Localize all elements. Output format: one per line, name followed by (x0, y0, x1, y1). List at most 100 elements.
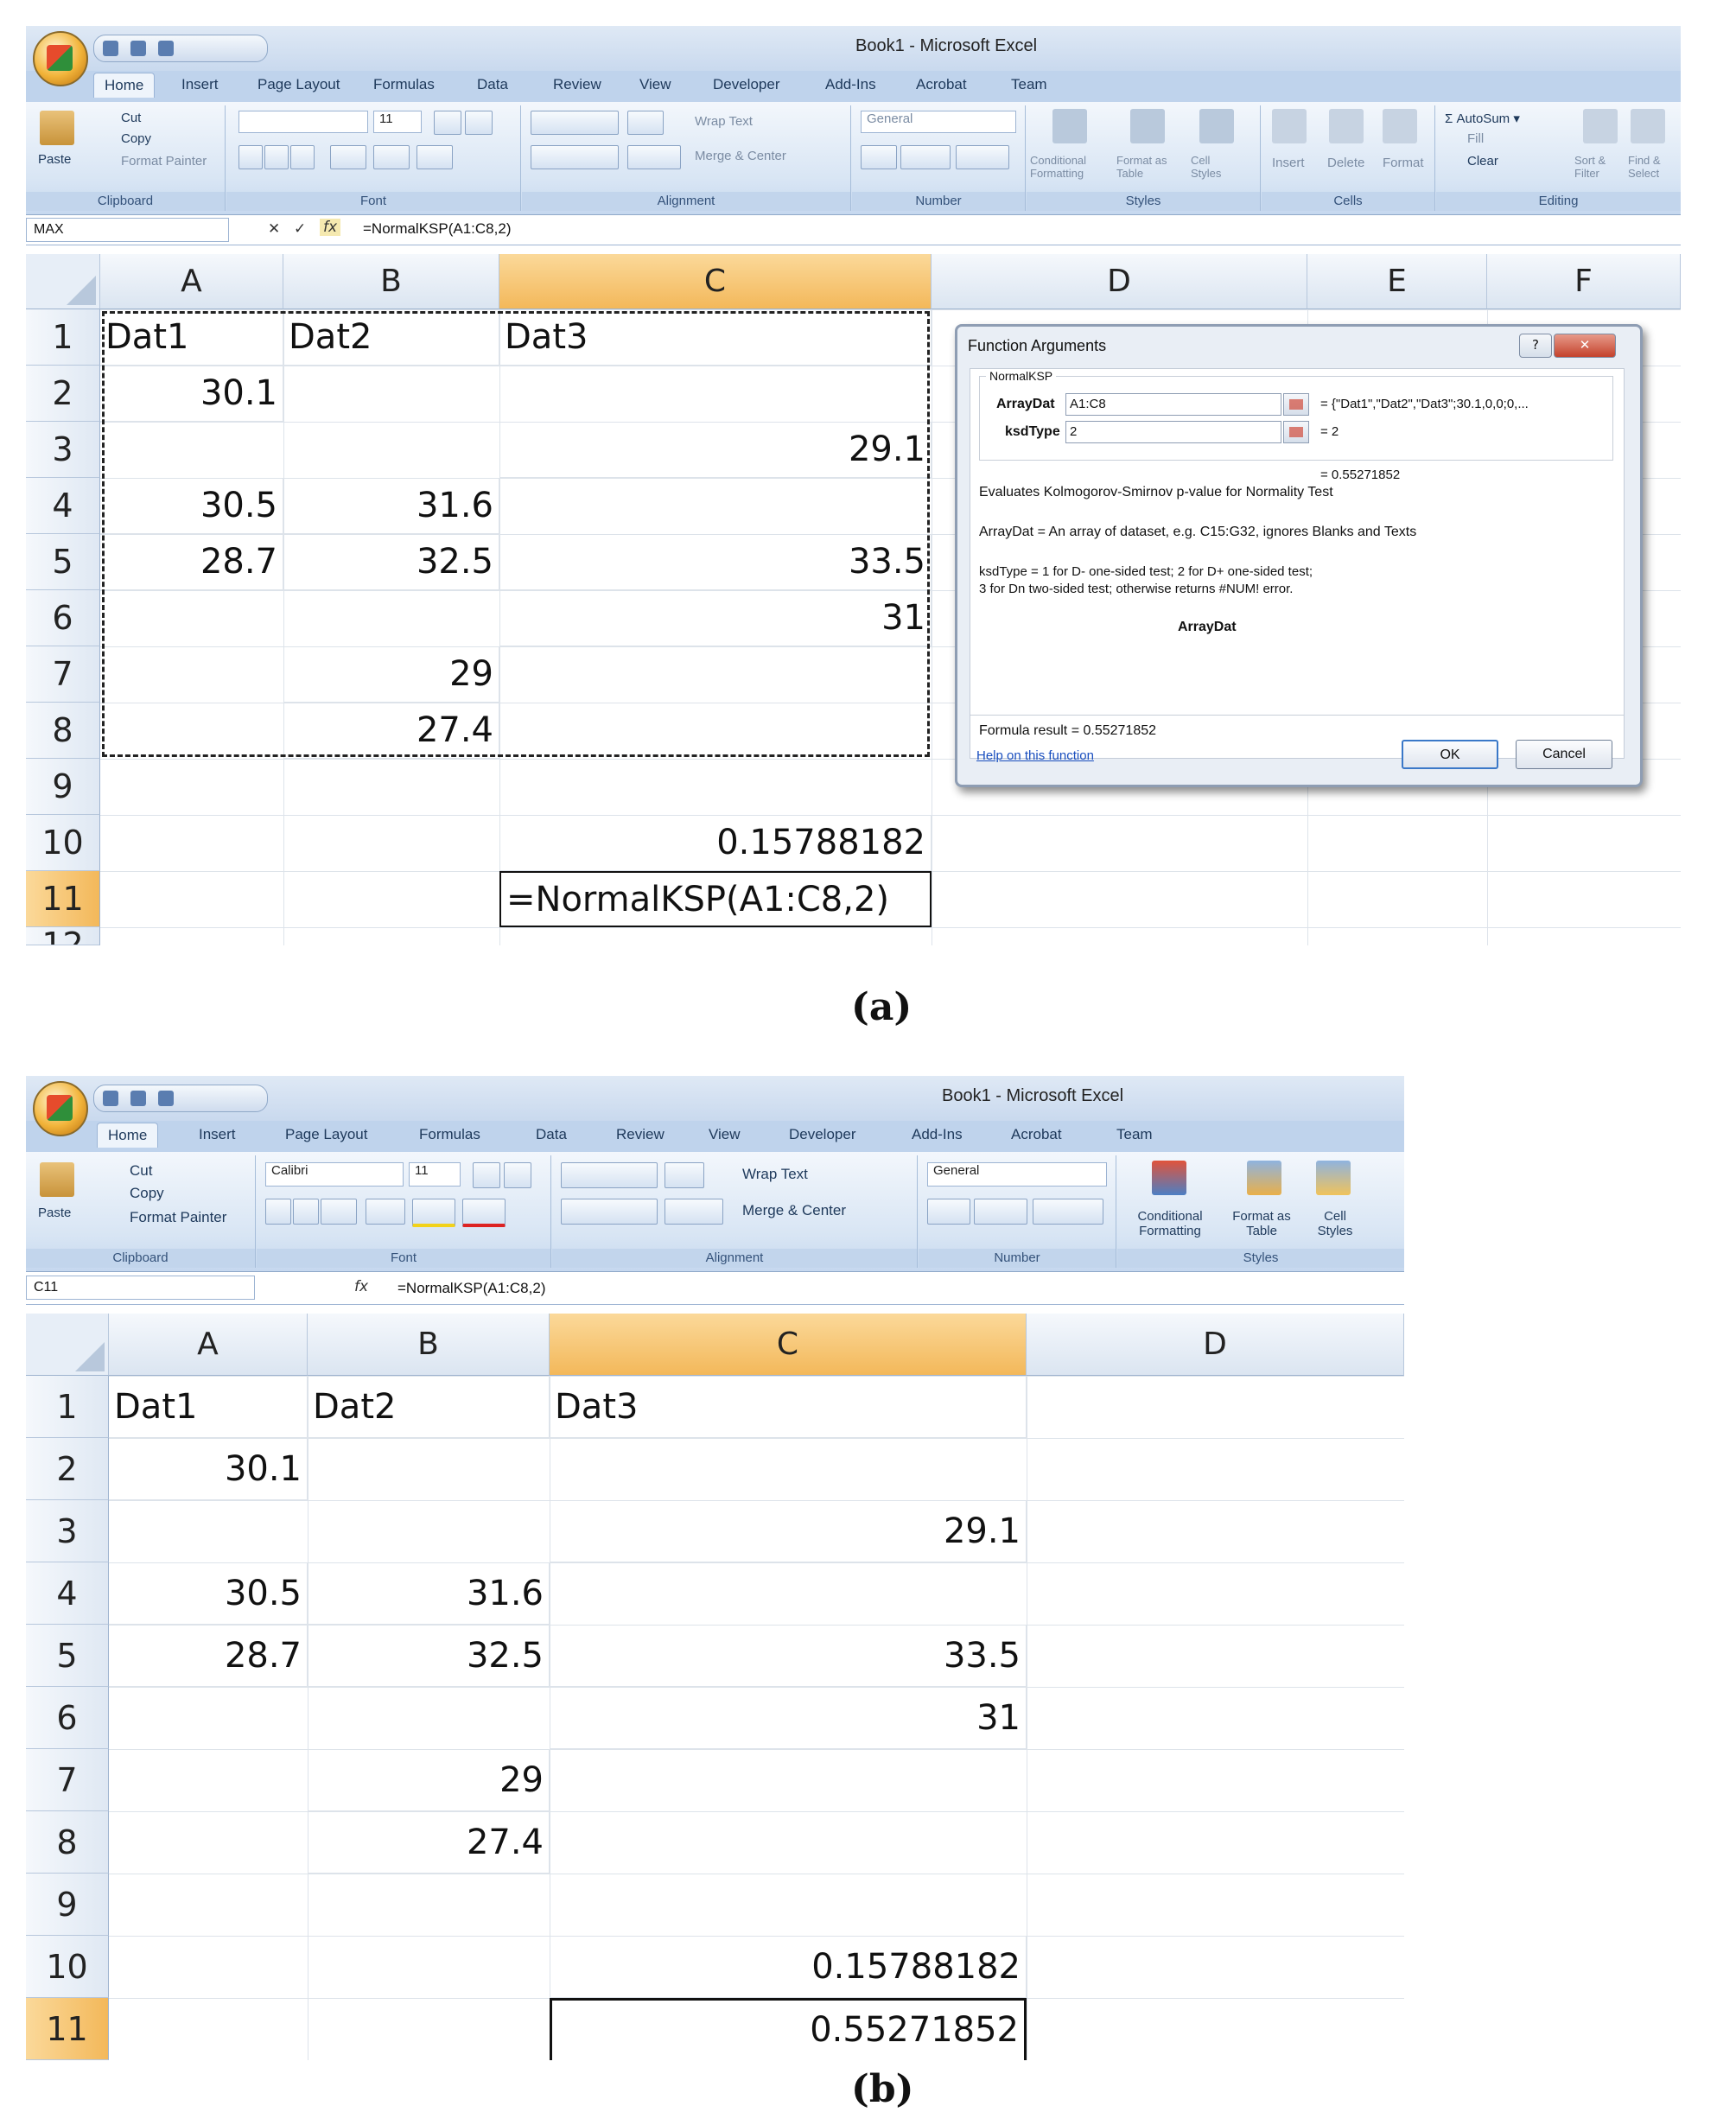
undo-icon[interactable] (130, 1091, 146, 1106)
format-button[interactable]: Format (1383, 156, 1424, 170)
tab-view[interactable]: View (709, 1126, 741, 1143)
cut-button[interactable]: Cut (121, 111, 141, 125)
fill-color-icon[interactable] (373, 145, 410, 169)
autosum-button[interactable]: Σ AutoSum ▾ (1445, 111, 1520, 126)
font-family-select[interactable]: Calibri (265, 1162, 404, 1187)
font-color-icon[interactable] (462, 1199, 506, 1227)
row-header-1[interactable]: 1 (26, 309, 100, 366)
cell-c1[interactable]: Dat3 (550, 1376, 1027, 1438)
find-select-button[interactable]: Find & Select (1628, 154, 1671, 180)
tab-developer[interactable]: Developer (789, 1126, 856, 1143)
align-left-icon[interactable] (561, 1199, 658, 1225)
column-header-a[interactable]: A (109, 1314, 308, 1376)
select-all-corner[interactable] (26, 254, 100, 309)
quick-access-toolbar[interactable] (93, 1085, 268, 1112)
tab-review[interactable]: Review (553, 76, 601, 93)
format-painter-button[interactable]: Format Painter (121, 154, 207, 169)
tab-team[interactable]: Team (1011, 76, 1047, 93)
copy-button[interactable]: Copy (121, 131, 151, 146)
arg1-input[interactable]: A1:C8 (1065, 393, 1281, 416)
undo-icon[interactable] (130, 41, 146, 56)
row-header-3[interactable]: 3 (26, 1500, 109, 1562)
sort-filter-icon[interactable] (1583, 109, 1618, 143)
merge-center-button[interactable]: Merge & Center (695, 149, 786, 163)
row-header-4[interactable]: 4 (26, 478, 100, 534)
cell-c11-selected[interactable]: 0.55271852 (550, 1998, 1027, 2060)
wrap-text-button[interactable]: Wrap Text (695, 114, 753, 129)
cancel-button[interactable]: Cancel (1516, 740, 1612, 769)
delete-cells-icon[interactable] (1329, 109, 1364, 143)
tab-data[interactable]: Data (477, 76, 508, 93)
row-header-6[interactable]: 6 (26, 1687, 109, 1749)
grow-font-icon[interactable] (434, 111, 461, 135)
orientation-icon[interactable] (627, 111, 664, 135)
row-header-5[interactable]: 5 (26, 534, 100, 590)
cut-button[interactable]: Cut (130, 1162, 152, 1180)
cell-c5[interactable]: 33.5 (550, 1625, 1027, 1687)
orientation-icon[interactable] (665, 1162, 704, 1188)
column-header-d[interactable]: D (932, 254, 1307, 309)
font-size-select[interactable]: 11 (373, 111, 422, 133)
cell-a2[interactable]: 30.1 (109, 1438, 308, 1500)
formula-input[interactable]: =NormalKSP(A1:C8,2) (397, 1280, 545, 1297)
tab-data[interactable]: Data (536, 1126, 567, 1143)
indent-icon[interactable] (665, 1199, 723, 1225)
paste-icon[interactable] (40, 1162, 74, 1197)
decimal-icon[interactable] (956, 145, 1009, 169)
insert-button[interactable]: Insert (1272, 156, 1305, 170)
align-top-icon[interactable] (561, 1162, 658, 1188)
name-box[interactable]: MAX (26, 218, 229, 242)
bold-icon[interactable] (238, 145, 263, 169)
cell-styles-icon[interactable] (1316, 1161, 1351, 1195)
row-header-2[interactable]: 2 (26, 1438, 109, 1500)
tab-developer[interactable]: Developer (713, 76, 780, 93)
wrap-text-button[interactable]: Wrap Text (742, 1166, 808, 1183)
format-as-table-button[interactable]: Format as Table (1224, 1209, 1299, 1238)
column-header-b[interactable]: B (308, 1314, 550, 1376)
cell-a5[interactable]: 28.7 (109, 1625, 308, 1687)
format-as-table-icon[interactable] (1130, 109, 1165, 143)
copy-button[interactable]: Copy (130, 1185, 164, 1202)
tab-acrobat[interactable]: Acrobat (1011, 1126, 1062, 1143)
office-button[interactable] (33, 1081, 88, 1136)
tab-review[interactable]: Review (616, 1126, 665, 1143)
tab-add-ins[interactable]: Add-Ins (825, 76, 876, 93)
tab-team[interactable]: Team (1116, 1126, 1153, 1143)
cell-b5[interactable]: 32.5 (308, 1625, 550, 1687)
number-format-select[interactable]: General (861, 111, 1016, 133)
insert-function-icon[interactable]: fx (354, 1278, 368, 1295)
format-as-table-icon[interactable] (1247, 1161, 1281, 1195)
quick-access-toolbar[interactable] (93, 35, 268, 62)
select-all-corner[interactable] (26, 1314, 109, 1376)
cell-c11-editing[interactable]: =NormalKSP(A1:C8,2) (499, 871, 932, 927)
indent-icon[interactable] (627, 145, 681, 169)
paste-button[interactable]: Paste (38, 152, 71, 167)
row-header-4[interactable]: 4 (26, 1562, 109, 1625)
italic-icon[interactable] (264, 145, 289, 169)
insert-function-icon[interactable]: fx (320, 219, 341, 236)
conditional-formatting-button[interactable]: Conditional Formatting (1030, 154, 1103, 180)
conditional-formatting-button[interactable]: Conditional Formatting (1122, 1209, 1218, 1238)
cancel-x-icon[interactable]: ✕ (268, 220, 280, 238)
tab-insert[interactable]: Insert (199, 1126, 236, 1143)
cell-styles-icon[interactable] (1199, 109, 1234, 143)
row-header-11[interactable]: 11 (26, 1998, 109, 2060)
paste-icon[interactable] (40, 111, 74, 145)
merge-center-button[interactable]: Merge & Center (742, 1202, 846, 1219)
percent-icon[interactable] (900, 145, 951, 169)
cell-a1[interactable]: Dat1 (109, 1376, 308, 1438)
help-on-function-link[interactable]: Help on this function (976, 748, 1094, 763)
enter-check-icon[interactable]: ✓ (294, 220, 306, 238)
borders-icon[interactable] (330, 145, 366, 169)
help-question-icon[interactable]: ? (1519, 334, 1552, 358)
row-header-1[interactable]: 1 (26, 1376, 109, 1438)
cell-c10[interactable]: 0.15788182 (499, 815, 932, 871)
redo-icon[interactable] (158, 41, 174, 56)
tab-add-ins[interactable]: Add-Ins (912, 1126, 963, 1143)
font-color-icon[interactable] (417, 145, 453, 169)
column-header-f[interactable]: F (1487, 254, 1681, 309)
cell-b1[interactable]: Dat2 (308, 1376, 550, 1438)
cell-c6[interactable]: 31 (550, 1687, 1027, 1749)
cell-c10[interactable]: 0.15788182 (550, 1936, 1027, 1998)
column-header-e[interactable]: E (1307, 254, 1487, 309)
